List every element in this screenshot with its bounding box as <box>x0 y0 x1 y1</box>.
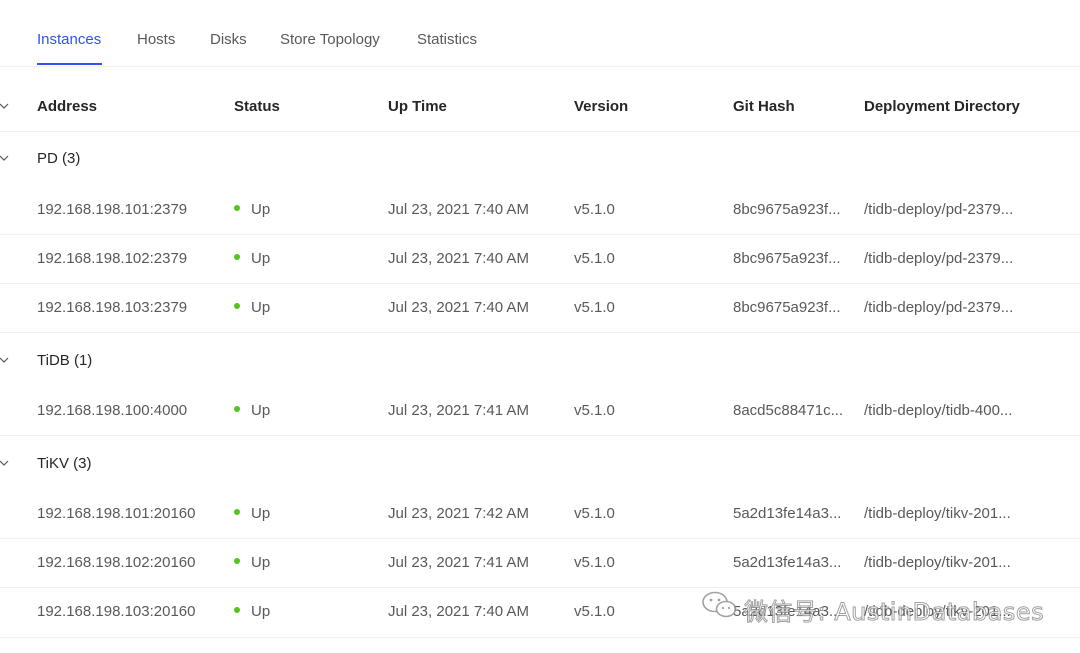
table-row[interactable]: 192.168.198.102:2379 Up Jul 23, 2021 7:4… <box>0 235 1080 284</box>
tab-bar: Instances Hosts Disks Store Topology Sta… <box>0 0 1080 67</box>
group-row-pd[interactable]: PD (3) <box>0 131 1080 187</box>
group-row-tidb[interactable]: TiDB (1) <box>0 333 1080 388</box>
address-cell: 192.168.198.102:20160 <box>37 554 196 571</box>
deployment-directory-cell[interactable]: /tidb-deploy/tikv-201... <box>864 553 1011 573</box>
deployment-directory-cell[interactable]: /tidb-deploy/tikv-201... <box>864 504 1011 524</box>
tab-disks[interactable]: Disks <box>210 30 247 50</box>
uptime-cell: Jul 23, 2021 7:40 AM <box>388 250 529 267</box>
wechat-logo-icon <box>702 591 737 618</box>
address-cell: 192.168.198.103:2379 <box>37 299 188 316</box>
collapse-all-chevron-icon[interactable] <box>0 101 9 111</box>
version-cell: v5.1.0 <box>574 402 615 419</box>
tab-hosts[interactable]: Hosts <box>137 30 175 50</box>
table-row[interactable]: 192.168.198.101:2379 Up Jul 23, 2021 7:4… <box>0 187 1080 235</box>
column-header-address: Address <box>37 98 98 115</box>
version-cell: v5.1.0 <box>574 201 615 218</box>
status-up-dot-icon <box>234 607 240 614</box>
column-header-git-hash: Git Hash <box>733 98 795 115</box>
git-hash-cell[interactable]: 8bc9675a923f... <box>733 200 841 220</box>
column-header-uptime: Up Time <box>388 98 447 115</box>
watermark: 微信号: AustinDatabases <box>700 590 1060 627</box>
table-row[interactable]: 192.168.198.102:20160 Up Jul 23, 2021 7:… <box>0 539 1080 588</box>
uptime-cell: Jul 23, 2021 7:42 AM <box>388 505 529 522</box>
status-up-dot-icon <box>234 509 240 516</box>
table-row[interactable]: 192.168.198.100:4000 Up Jul 23, 2021 7:4… <box>0 388 1080 436</box>
status-cell: Up <box>234 504 270 524</box>
group-label: TiKV (3) <box>37 455 92 472</box>
status-up-dot-icon <box>234 558 240 565</box>
address-cell: 192.168.198.100:4000 <box>37 402 188 419</box>
tab-instances[interactable]: Instances <box>37 30 101 50</box>
deployment-directory-cell[interactable]: /tidb-deploy/pd-2379... <box>864 298 1013 318</box>
watermark-text: 微信号: AustinDatabases <box>743 598 1045 627</box>
tab-store-topology[interactable]: Store Topology <box>280 30 380 50</box>
chevron-down-icon[interactable] <box>0 355 9 365</box>
status-cell: Up <box>234 401 270 421</box>
status-up-dot-icon <box>234 406 240 413</box>
group-label: PD (3) <box>37 150 81 167</box>
status-up-dot-icon <box>234 254 240 261</box>
git-hash-cell[interactable]: 5a2d13fe14a3... <box>733 504 841 524</box>
table-row[interactable]: 192.168.198.103:2379 Up Jul 23, 2021 7:4… <box>0 284 1080 333</box>
uptime-cell: Jul 23, 2021 7:40 AM <box>388 603 529 620</box>
table-row[interactable]: 192.168.198.101:20160 Up Jul 23, 2021 7:… <box>0 491 1080 539</box>
status-cell: Up <box>234 553 270 573</box>
status-cell: Up <box>234 298 270 318</box>
group-label: TiDB (1) <box>37 352 93 369</box>
tab-statistics[interactable]: Statistics <box>417 30 477 50</box>
uptime-cell: Jul 23, 2021 7:40 AM <box>388 201 529 218</box>
column-header-version: Version <box>574 98 629 115</box>
table-header: Address Status Up Time Version Git Hash … <box>0 66 1080 132</box>
address-cell: 192.168.198.103:20160 <box>37 603 196 620</box>
group-row-tikv[interactable]: TiKV (3) <box>0 436 1080 491</box>
git-hash-cell[interactable]: 8bc9675a923f... <box>733 249 841 269</box>
status-up-dot-icon <box>234 205 240 212</box>
address-cell: 192.168.198.102:2379 <box>37 250 188 267</box>
status-up-dot-icon <box>234 303 240 310</box>
active-tab-indicator <box>37 63 102 65</box>
version-cell: v5.1.0 <box>574 505 615 522</box>
column-header-deployment-directory: Deployment Directory <box>864 98 1020 115</box>
git-hash-cell[interactable]: 8bc9675a923f... <box>733 298 841 318</box>
uptime-cell: Jul 23, 2021 7:41 AM <box>388 554 529 571</box>
git-hash-cell[interactable]: 5a2d13fe14a3... <box>733 553 841 573</box>
chevron-down-icon[interactable] <box>0 458 9 468</box>
status-cell: Up <box>234 602 270 622</box>
address-cell: 192.168.198.101:20160 <box>37 505 196 522</box>
deployment-directory-cell[interactable]: /tidb-deploy/pd-2379... <box>864 249 1013 269</box>
status-cell: Up <box>234 200 270 220</box>
status-cell: Up <box>234 249 270 269</box>
column-header-status: Status <box>234 98 280 115</box>
address-cell: 192.168.198.101:2379 <box>37 201 188 218</box>
git-hash-cell[interactable]: 8acd5c88471c... <box>733 401 843 421</box>
version-cell: v5.1.0 <box>574 299 615 316</box>
uptime-cell: Jul 23, 2021 7:40 AM <box>388 299 529 316</box>
uptime-cell: Jul 23, 2021 7:41 AM <box>388 402 529 419</box>
version-cell: v5.1.0 <box>574 603 615 620</box>
deployment-directory-cell[interactable]: /tidb-deploy/pd-2379... <box>864 200 1013 220</box>
chevron-down-icon[interactable] <box>0 153 9 163</box>
version-cell: v5.1.0 <box>574 554 615 571</box>
deployment-directory-cell[interactable]: /tidb-deploy/tidb-400... <box>864 401 1012 421</box>
version-cell: v5.1.0 <box>574 250 615 267</box>
